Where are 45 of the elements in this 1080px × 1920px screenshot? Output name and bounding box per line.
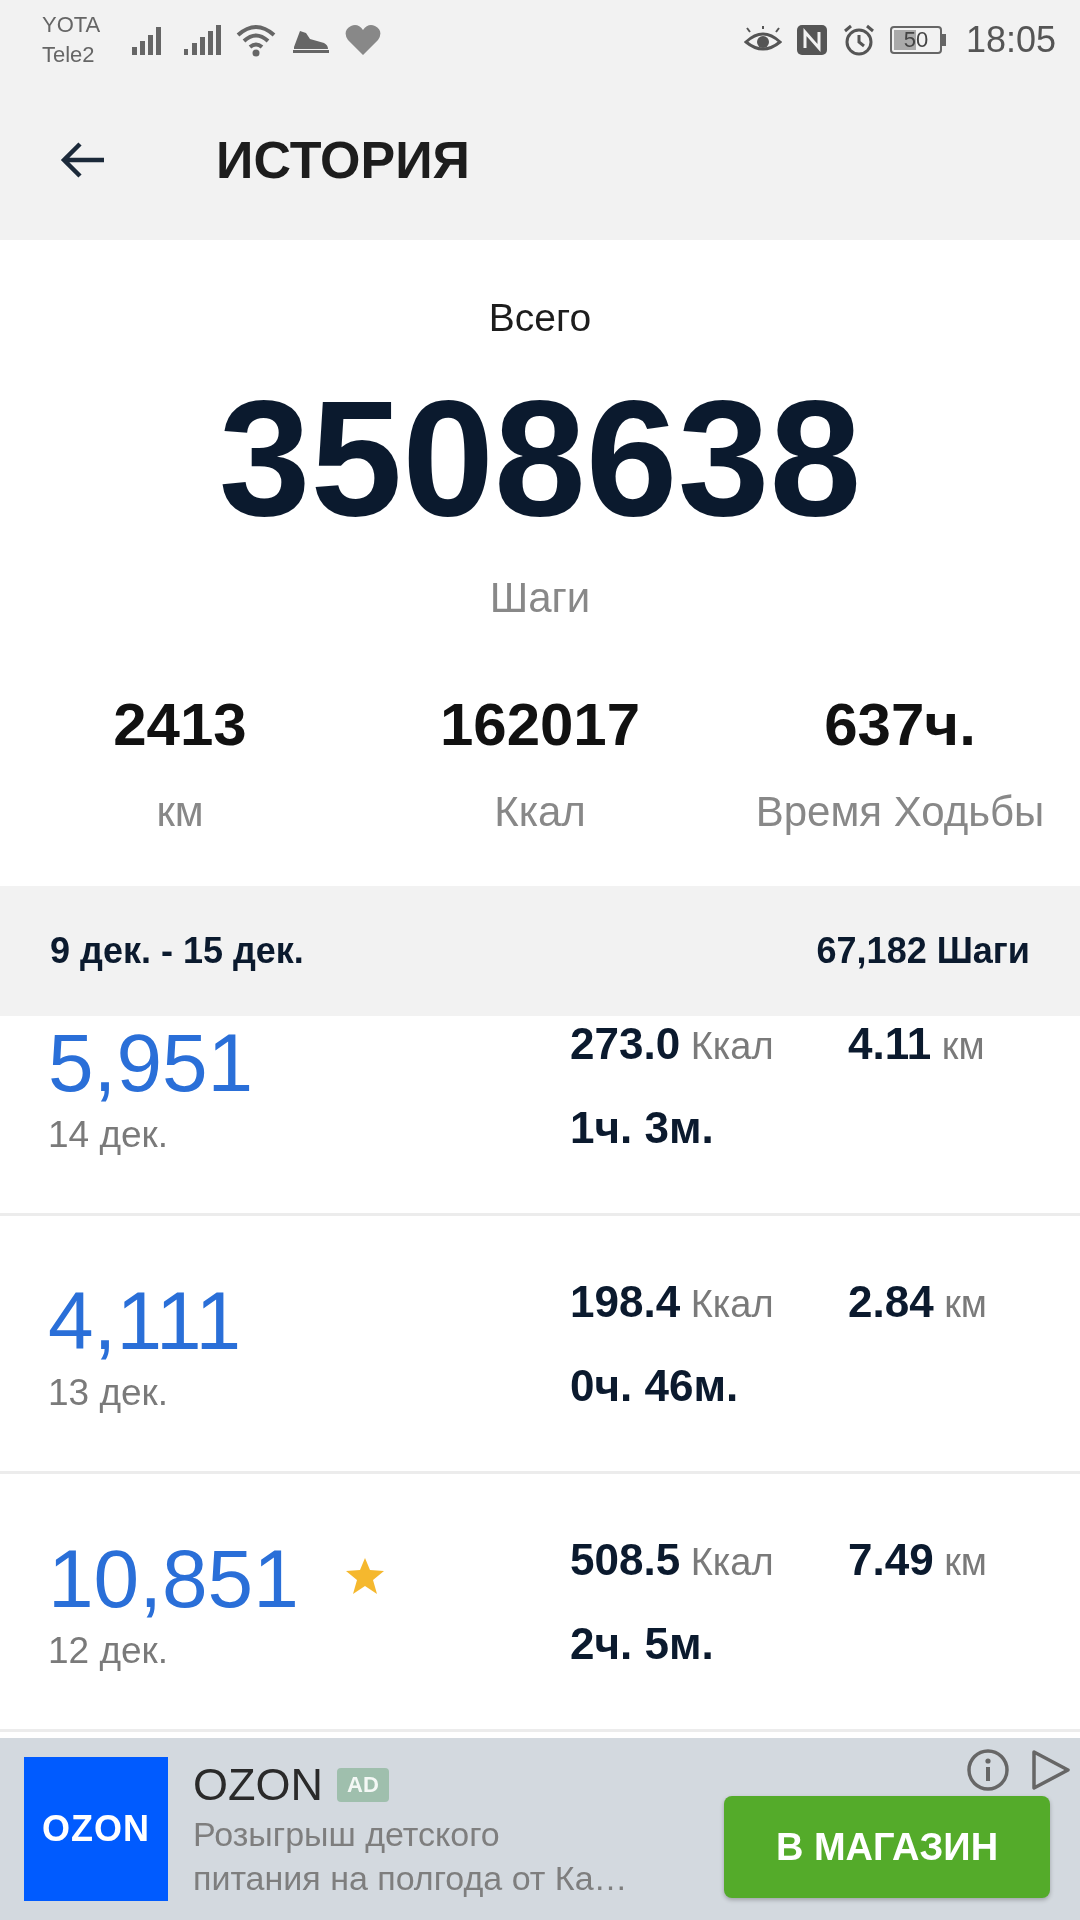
day-date: 12 дек. bbox=[48, 1628, 170, 1673]
walk-duration: 1ч. 3м. bbox=[570, 1102, 715, 1153]
week-total: 67,182 Шаги bbox=[816, 930, 1030, 972]
ad-description: Розыгрыш детского питания на полгода от Ка… bbox=[193, 1814, 629, 1899]
clock: 18:05 bbox=[965, 19, 1056, 61]
week-range: 9 дек. - 15 дек. bbox=[50, 930, 304, 972]
stat-value: 637ч. bbox=[824, 690, 976, 760]
ad-badge: AD bbox=[337, 1768, 389, 1802]
carrier-name: YOTA bbox=[42, 11, 101, 39]
walk-duration: 0ч. 46м. bbox=[570, 1360, 740, 1411]
heart-icon bbox=[344, 23, 383, 57]
battery-icon: 50 bbox=[889, 26, 942, 54]
nfc-icon bbox=[795, 24, 828, 56]
stat-label: Время Ходьбы bbox=[755, 787, 1045, 837]
calories-value: 273.0 Ккал bbox=[570, 1018, 775, 1069]
wifi-icon bbox=[236, 23, 277, 57]
calories-value: 508.5 Ккал bbox=[570, 1534, 775, 1585]
steps-unit: Шаги bbox=[489, 573, 591, 623]
day-steps: 4,111 bbox=[48, 1272, 242, 1369]
day-row[interactable]: 10,851 12 дек. 508.5 Ккал 7.49 км 2ч. 5м. bbox=[0, 1474, 1080, 1732]
day-steps: 5,951 bbox=[48, 1016, 254, 1111]
day-row[interactable]: 5,951 14 дек. 273.0 Ккал 4.11 км 1ч. 3м. bbox=[0, 1016, 1080, 1216]
carrier-name: Tele2 bbox=[42, 41, 96, 69]
stat-value: 162017 bbox=[439, 690, 641, 760]
day-date: 14 дек. bbox=[48, 1112, 170, 1157]
signal-icon bbox=[182, 23, 223, 57]
ad-title: OZON bbox=[193, 1758, 323, 1812]
calories-value: 198.4 Ккал bbox=[570, 1276, 775, 1327]
distance-value: 7.49 км bbox=[848, 1534, 987, 1585]
stat-label: Ккал bbox=[494, 787, 586, 837]
walk-duration: 2ч. 5м. bbox=[570, 1618, 715, 1669]
stat-value: 2413 bbox=[113, 690, 247, 760]
distance-value: 2.84 км bbox=[848, 1276, 987, 1327]
ad-logo: OZON bbox=[24, 1757, 168, 1901]
total-caption: Всего bbox=[488, 295, 592, 341]
day-date: 13 дек. bbox=[48, 1370, 170, 1415]
page-title: ИСТОРИЯ bbox=[216, 130, 470, 190]
info-icon[interactable] bbox=[966, 1748, 1010, 1792]
stat-label: км bbox=[156, 787, 204, 837]
alarm-icon bbox=[841, 23, 876, 57]
day-row[interactable]: 4,111 13 дек. 198.4 Ккал 2.84 км 0ч. 46м. bbox=[0, 1216, 1080, 1474]
day-steps: 10,851 bbox=[48, 1530, 299, 1627]
total-steps: 3508638 bbox=[218, 368, 862, 548]
back-arrow-icon[interactable] bbox=[60, 140, 106, 180]
distance-value: 4.11 км bbox=[848, 1018, 985, 1069]
